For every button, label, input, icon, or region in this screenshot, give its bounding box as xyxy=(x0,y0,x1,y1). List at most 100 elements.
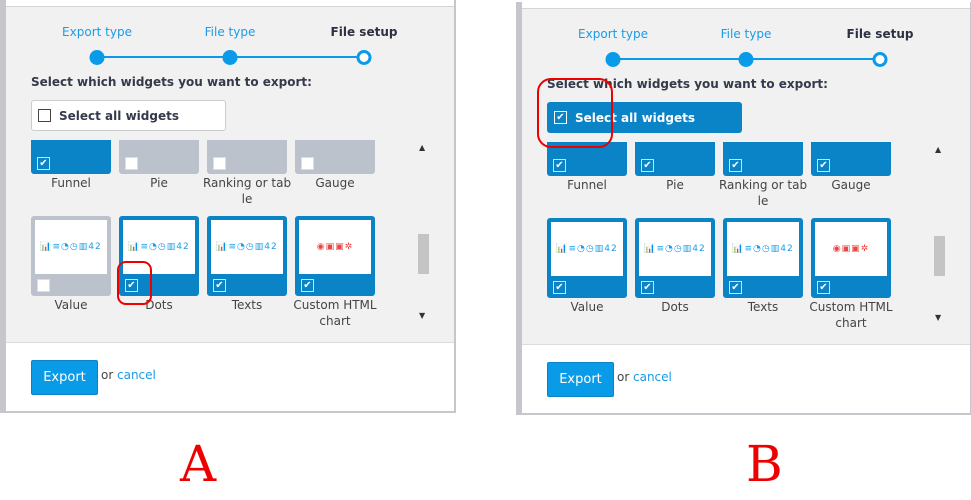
widget-label: PiePie xyxy=(666,178,684,192)
checkbox-icon[interactable]: ✔ xyxy=(729,281,742,294)
widget-card[interactable]: ✔ xyxy=(811,142,891,176)
widget-grid: ✔ FunnelFunnel PiePie Ranking or tab leR… xyxy=(31,140,391,340)
html-logos-icon: ◉▣▣✲ xyxy=(316,242,354,252)
widget-card[interactable]: 📊≡◔◷▥42 ✔ xyxy=(723,218,803,298)
widget-card[interactable]: 📊≡◔◷▥42 ✔ xyxy=(207,216,287,296)
widget-card[interactable]: ◉▣▣✲ ✔ xyxy=(295,216,375,296)
widget-label: GaugeGauge xyxy=(831,178,871,192)
step-label: File setup xyxy=(846,27,914,41)
widget-label: Ranking or tab leRanking or tab leRankin… xyxy=(718,178,808,208)
checkbox-icon[interactable] xyxy=(38,109,51,122)
cancel-link[interactable]: cancel xyxy=(117,368,156,382)
checkbox-icon[interactable] xyxy=(301,157,314,170)
checkbox-icon[interactable]: ✔ xyxy=(37,157,50,170)
widget-thumbnail: 📊≡◔◷▥42 xyxy=(211,220,283,274)
screenshot-a: Export type File type File setup Select … xyxy=(0,0,456,413)
widget-card[interactable]: ✔ xyxy=(723,142,803,176)
step-label[interactable]: Export type xyxy=(62,25,132,39)
scroll-up-arrow-icon[interactable]: ▲ xyxy=(935,145,941,154)
chart-icons: 📊≡◔◷▥42 xyxy=(128,242,190,252)
widget-label: FunnelFunnel xyxy=(567,178,607,192)
export-dialog: Export type File type File setup Select … xyxy=(6,0,454,411)
chart-icons: 📊≡◔◷▥42 xyxy=(216,242,278,252)
step-dot xyxy=(222,50,238,65)
checkbox-icon[interactable]: ✔ xyxy=(817,159,830,172)
scroll-down-arrow-icon[interactable]: ▼ xyxy=(419,311,425,320)
dialog-footer: Export or cancel xyxy=(6,342,454,411)
highlight-dots-checkbox xyxy=(117,261,152,305)
widget-label: PiePie xyxy=(150,176,168,190)
step-label: File setup xyxy=(330,25,398,39)
select-all-widgets[interactable]: Select all widgets xyxy=(31,100,226,131)
widget-card[interactable]: ✔ xyxy=(31,140,111,174)
widget-label: Dots xyxy=(661,300,689,314)
widget-label: Value xyxy=(54,298,88,312)
select-all-label: Select all widgets xyxy=(59,108,179,123)
export-dialog: Export type File type File setup Select … xyxy=(522,2,970,413)
checkbox-icon[interactable] xyxy=(125,157,138,170)
chart-icons: 📊≡◔◷▥42 xyxy=(644,244,706,254)
export-button[interactable]: Export xyxy=(547,362,614,397)
step-label[interactable]: File type xyxy=(721,27,772,41)
widget-thumbnail: 📊≡◔◷▥42 xyxy=(35,220,107,274)
checkbox-icon[interactable] xyxy=(213,157,226,170)
widget-card[interactable] xyxy=(207,140,287,174)
checkbox-icon[interactable]: ✔ xyxy=(641,281,654,294)
step-dot xyxy=(356,50,372,65)
widget-card[interactable]: 📊≡◔◷▥42 ✔ xyxy=(547,218,627,298)
scrollbar-thumb[interactable] xyxy=(418,234,429,274)
widget-card[interactable] xyxy=(295,140,375,174)
checkbox-icon[interactable]: ✔ xyxy=(641,159,654,172)
html-logos-icon: ◉▣▣✲ xyxy=(832,244,870,254)
widget-card[interactable]: ✔ xyxy=(635,142,715,176)
checkbox-icon[interactable]: ✔ xyxy=(213,279,226,292)
export-button[interactable]: Export xyxy=(31,360,98,395)
chart-icons: 📊≡◔◷▥42 xyxy=(40,242,102,252)
dialog-top xyxy=(522,2,970,9)
widget-label: Custom HTML chart xyxy=(809,300,893,330)
screenshot-b: Export type File type File setup Select … xyxy=(516,2,971,415)
checkbox-icon[interactable] xyxy=(37,279,50,292)
widget-label: Ranking or tab leRanking or tab leRankin… xyxy=(202,176,292,206)
widget-label: FunnelFunnel xyxy=(51,176,91,190)
checkbox-icon[interactable]: ✔ xyxy=(301,279,314,292)
step-dot xyxy=(89,50,105,65)
widget-grid: ✔ FunnelFunnel ✔ PiePie ✔ Ranking or tab… xyxy=(547,142,907,342)
checkbox-icon[interactable]: ✔ xyxy=(553,281,566,294)
step-label[interactable]: Export type xyxy=(578,27,648,41)
scrollbar-thumb[interactable] xyxy=(934,236,945,276)
scroll-down-arrow-icon[interactable]: ▼ xyxy=(935,313,941,322)
dialog-top xyxy=(6,0,454,7)
widget-thumbnail: ◉▣▣✲ xyxy=(815,222,887,276)
panel-caption: B xyxy=(746,435,783,493)
step-label[interactable]: File type xyxy=(205,25,256,39)
widget-label: GaugeGauge xyxy=(315,176,355,190)
or-text: or xyxy=(101,368,114,382)
step-dot xyxy=(605,52,621,67)
chart-icons: 📊≡◔◷▥42 xyxy=(556,244,618,254)
widget-label: Value xyxy=(570,300,604,314)
widget-thumbnail: 📊≡◔◷▥42 xyxy=(727,222,799,276)
widget-card[interactable]: 📊≡◔◷▥42 xyxy=(31,216,111,296)
widget-label: Texts xyxy=(231,298,263,312)
widget-label: Texts xyxy=(747,300,779,314)
widget-thumbnail: 📊≡◔◷▥42 xyxy=(639,222,711,276)
cancel-link[interactable]: cancel xyxy=(633,370,672,384)
widget-card[interactable] xyxy=(119,140,199,174)
checkbox-icon[interactable]: ✔ xyxy=(729,159,742,172)
widget-card[interactable]: 📊≡◔◷▥42 ✔ xyxy=(635,218,715,298)
checkbox-icon[interactable]: ✔ xyxy=(553,159,566,172)
step-dot xyxy=(872,52,888,67)
widget-thumbnail: 📊≡◔◷▥42 xyxy=(551,222,623,276)
widget-card[interactable]: ◉▣▣✲ ✔ xyxy=(811,218,891,298)
dialog-footer: Export or cancel xyxy=(522,344,970,413)
checkbox-icon[interactable]: ✔ xyxy=(817,281,830,294)
widget-label: Custom HTML chart xyxy=(293,298,377,328)
step-dot xyxy=(738,52,754,67)
chart-icons: 📊≡◔◷▥42 xyxy=(732,244,794,254)
widget-thumbnail: ◉▣▣✲ xyxy=(299,220,371,274)
scroll-up-arrow-icon[interactable]: ▲ xyxy=(419,143,425,152)
or-text: or xyxy=(617,370,630,384)
section-heading: Select which widgets you want to export: xyxy=(31,75,312,89)
highlight-select-all xyxy=(537,78,613,148)
